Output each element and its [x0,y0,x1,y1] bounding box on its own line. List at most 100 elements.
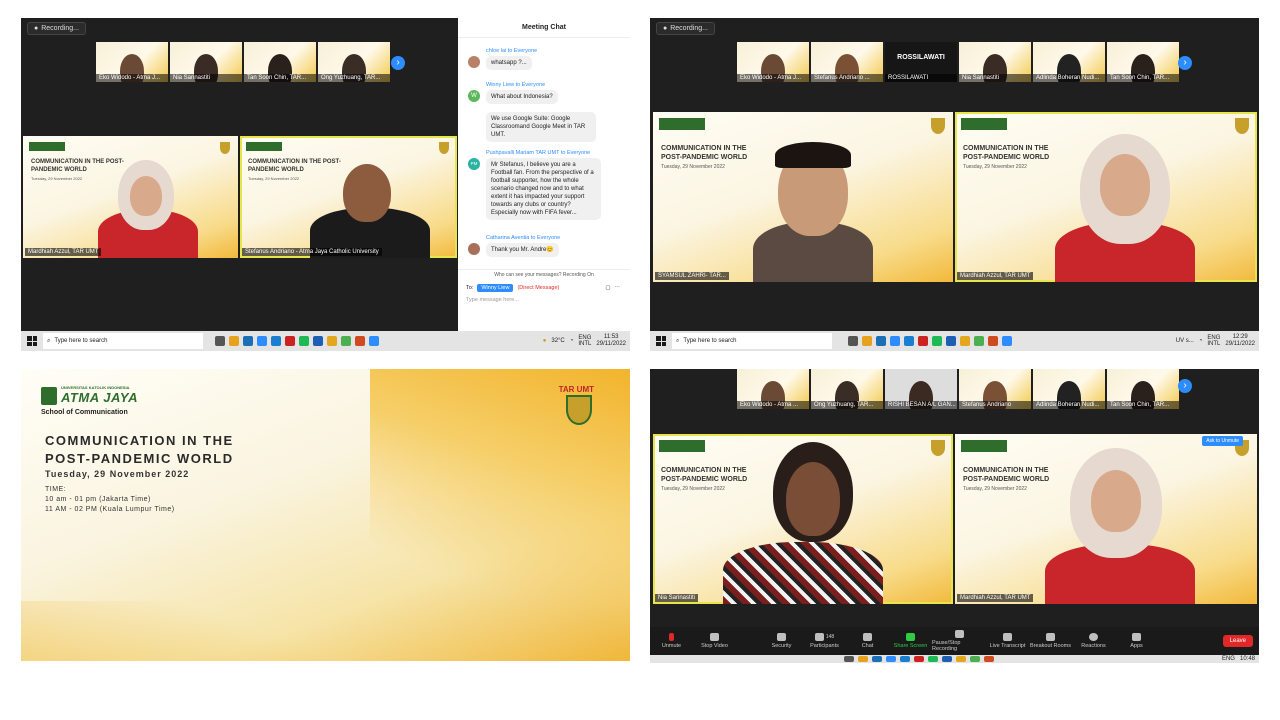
file-icon[interactable]: ▢ [605,285,610,291]
apps-button[interactable]: Apps [1115,633,1158,649]
next-page-arrow-icon[interactable]: › [1178,56,1192,70]
participant-name: Adlinda Boheran Nudi... [1033,401,1105,409]
participant-name: Adlinda Boheran Nudi... [1033,74,1105,82]
participant-thumb[interactable]: RISHI BESAN A/L GAN... [885,369,957,409]
video-tile[interactable]: COMMUNICATION IN THE POST-PANDEMIC WORLD… [653,112,953,282]
participant-thumb[interactable]: Ong Yuzhuang, TAR... [811,369,883,409]
video-tile-active-speaker[interactable]: COMMUNICATION IN THE POST-PANDEMIC WORLD… [955,112,1257,282]
breakout-rooms-button[interactable]: Breakout Rooms [1029,633,1072,649]
participant-thumb[interactable]: Tan Soon Chin, TAR... [244,42,316,82]
language[interactable]: ENG [1222,656,1235,662]
participant-name: Stefanus Andriano [959,401,1031,409]
avatar: W [468,90,480,102]
wifi-icon[interactable]: ◔ [570,338,574,344]
participants-button[interactable]: 148 Participants [803,633,846,649]
participant-name: Mardhiah Azzul, TAR UMT [957,272,1034,280]
participant-thumb[interactable]: Eko Widodo - Atma J... [96,42,168,82]
participant-thumb[interactable]: Eko Widodo - Atma ... [737,369,809,409]
chat-message: whatsapp ?... [486,56,532,70]
participant-thumb[interactable]: Nia Sarinastiti [959,42,1031,82]
recording-indicator[interactable]: Recording... [27,22,86,35]
windows-taskbar: ENG 10:48 [650,655,1259,663]
event-slide: UNIVERSITAS KATOLIK INDONESIA ATMA JAYA … [21,369,630,661]
participant-name: Stefanus Andriano ... [811,74,883,82]
recording-indicator[interactable]: Recording... [656,22,715,35]
participant-thumb[interactable]: Eko Widodo - Atma J... [737,42,809,82]
grid-icon [1046,633,1055,641]
more-icon[interactable]: ⋯ [615,285,621,291]
stop-video-button[interactable]: Stop Video [693,633,736,649]
participant-name: Eko Widodo - Atma J... [737,74,809,82]
wifi-icon[interactable]: ◔ [1199,338,1203,344]
participant-thumb[interactable]: Adlinda Boheran Nudi... [1033,369,1105,409]
language[interactable]: ENG INTL [578,335,591,347]
brand-name: ATMA JAYA [61,390,138,405]
event-time: TIME: 10 am - 01 pm (Jakarta Time) 11 AM… [45,486,175,513]
pause-icon [954,630,964,638]
participant-thumb[interactable]: Ong Yuzhuang, TAR... [318,42,390,82]
windows-start-icon[interactable] [656,336,666,346]
windows-taskbar: ⌕ Type here to search ● 32°C ◔ ENG INTL 1… [21,331,630,351]
chat-title: Meeting Chat [458,18,630,38]
uv-widget[interactable]: UV s... [1176,338,1194,344]
apps-icon [1132,633,1141,641]
participant-thumb[interactable]: Tan Soon Chin, TAR... [1107,42,1179,82]
pause-stop-recording-button[interactable]: Pause/Stop Recording [932,630,986,652]
participant-name: Tan Soon Chin, TAR... [1107,74,1179,82]
chat-input[interactable]: Type message here... [466,297,519,303]
video-tile-active-speaker[interactable]: COMMUNICATION IN THE POST-PANDEMIC WORLD… [653,434,953,604]
participant-name: Ong Yuzhuang, TAR... [318,74,390,82]
video-tile[interactable]: COMMUNICATION IN THE POST-PANDEMIC WORLD… [955,434,1257,604]
clock-date[interactable]: 29/11/2022 [1225,341,1255,348]
share-screen-button[interactable]: Share Screen [889,633,932,649]
participant-thumb[interactable]: Tan Soon Chin, TAR... [1107,369,1179,409]
zoom-window-gallery: Eko Widodo - Atma ... Ong Yuzhuang, TAR.… [650,369,1259,663]
security-button[interactable]: Security [760,633,803,649]
next-page-arrow-icon[interactable]: › [391,56,405,70]
clock-time[interactable]: 10:48 [1240,656,1255,662]
school-name: School of Communication [41,409,128,416]
video-tile-active-speaker[interactable]: COMMUNICATION IN THE POST-PANDEMIC WORLD… [240,136,457,258]
reactions-button[interactable]: Reactions [1072,633,1115,649]
unmute-button[interactable]: Unmute [650,633,693,649]
taskbar-search[interactable]: ⌕ Type here to search [43,333,203,349]
search-icon: ⌕ [676,337,680,344]
chat-sender: Winny Liew to Everyone [486,82,545,88]
clock-time[interactable]: 11:53 [604,334,619,341]
participant-name: Nia Sarinastiti [170,74,242,82]
search-icon: ⌕ [47,337,51,344]
next-page-arrow-icon[interactable]: › [1178,379,1192,393]
chat-message: Thank you Mr. Andre😊 [486,243,559,257]
ask-to-unmute-button[interactable]: Ask to Unmute [1202,436,1243,446]
recipient-select[interactable]: Winny Liew [477,284,514,292]
language[interactable]: ENG INTL [1207,335,1220,347]
chat-visibility-notice[interactable]: Who can see your messages? Recording On [458,269,630,278]
video-tile[interactable]: COMMUNICATION IN THE POST-PANDEMIC WORLD… [23,136,238,258]
chat-button[interactable]: Chat [846,633,889,649]
clock-time[interactable]: 12:29 [1233,334,1248,341]
windows-start-icon[interactable] [27,336,37,346]
participant-thumb[interactable]: Adlinda Boheran Nudi... [1033,42,1105,82]
mic-muted-icon [669,633,674,641]
leave-button[interactable]: Leave [1222,635,1253,647]
participant-name: SYAMSUL ZAHRI- TAR... [655,272,729,280]
live-transcript-button[interactable]: Live Transcript [986,633,1029,649]
direct-message-label: (Direct Message) [517,285,560,291]
chat-message: What about Indonesia? [486,90,558,104]
participant-thumb[interactable]: Stefanus Andriano ... [811,42,883,82]
taskbar-search[interactable]: ⌕ Type here to search [672,333,832,349]
event-date: Tuesday, 29 November 2022 [45,469,190,479]
taskbar-apps [848,336,1012,346]
participant-thumb[interactable]: Stefanus Andriano [959,369,1031,409]
clock-date[interactable]: 29/11/2022 [596,341,626,348]
temperature: 32°C [551,338,565,344]
smiley-icon [1089,633,1098,641]
participant-name: Tan Soon Chin, TAR... [1107,401,1179,409]
chat-message: We use Google Suite: Google Classroomand… [486,112,596,142]
weather-icon[interactable]: ● [543,338,547,344]
participant-name: ROSSILAWATI [885,74,957,82]
participant-thumb[interactable]: Nia Sarinastiti [170,42,242,82]
participant-thumb[interactable]: ROSSILAWATI ROSSILAWATI [885,42,957,82]
meeting-toolbar: Unmute Stop Video Security 148 Participan… [650,627,1259,655]
system-tray: UV s... ◔ ENG INTL 12:29 29/11/2022 [1176,334,1259,348]
